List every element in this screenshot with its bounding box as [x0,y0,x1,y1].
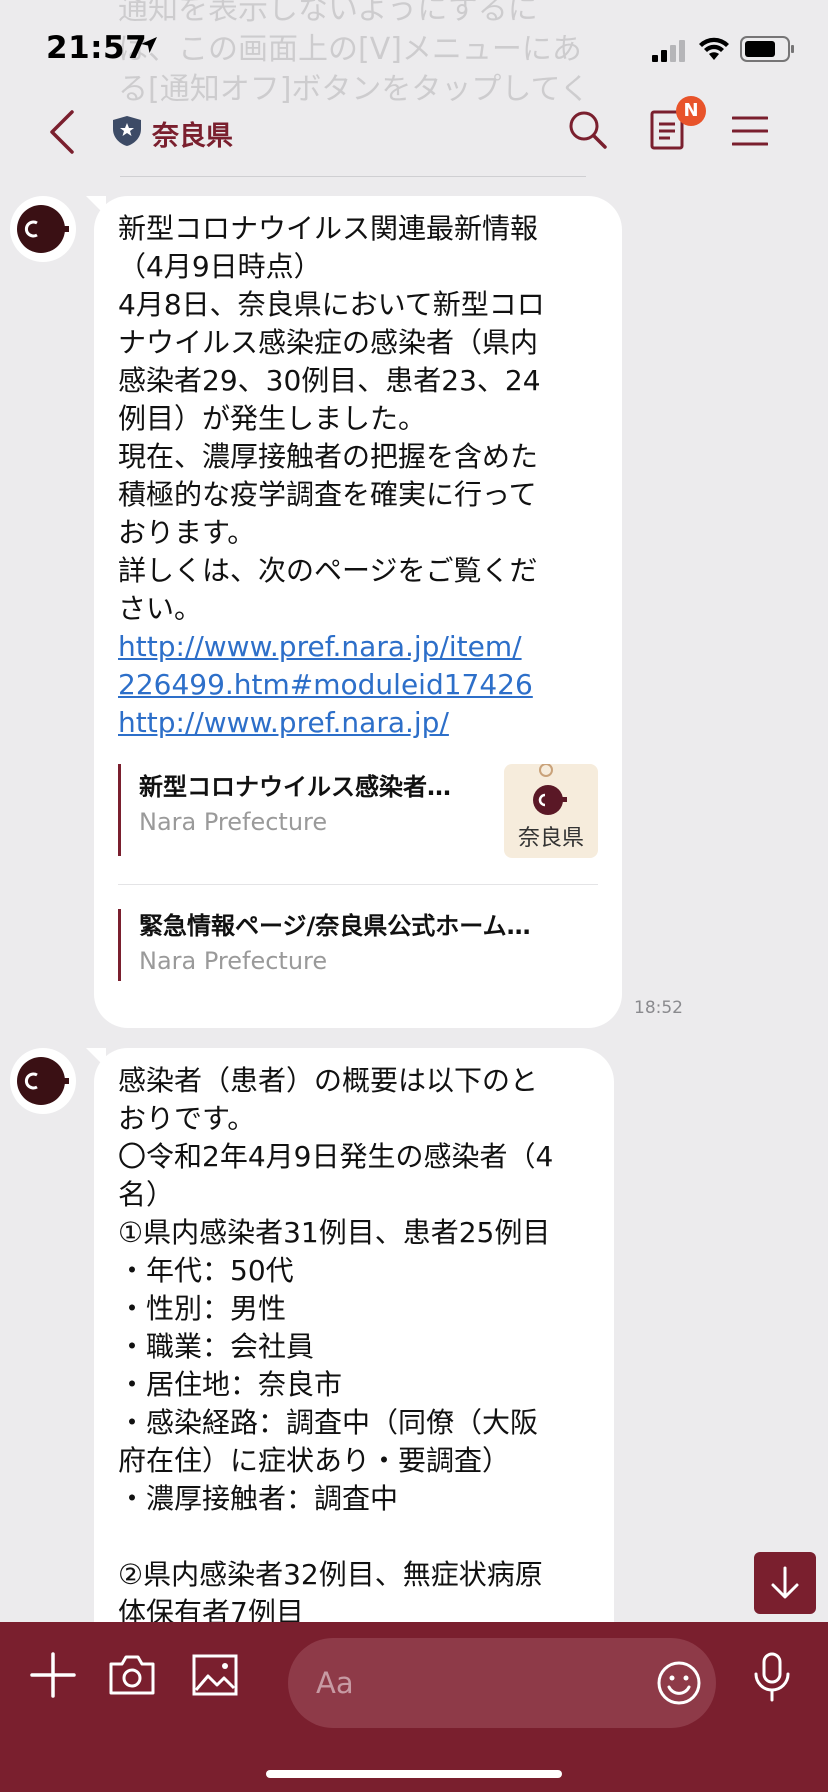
message-bubble[interactable]: 新型コロナウイルス関連最新情報 （4月9日時点） 4月8日、奈良県において新型コ… [94,196,622,1028]
wifi-icon [698,36,730,66]
notes-new-badge: N [676,96,706,126]
header-divider [120,176,586,177]
status-time: 21:57 [46,30,148,66]
location-arrow-icon [140,36,158,58]
image-icon[interactable] [192,1654,238,1700]
sender-avatar[interactable] [10,1048,76,1114]
message-text: 新型コロナウイルス関連最新情報 （4月9日時点） 4月8日、奈良県において新型コ… [118,212,545,625]
message-link[interactable]: http://www.pref.nara.jp/ [118,704,598,742]
chat-title[interactable]: 奈良県 [152,114,233,153]
header: 通知を表示しないようにするに は、この画面上の[V]メニューにあ る[通知オフ]… [0,0,828,178]
card-divider [118,884,598,885]
sender-avatar[interactable] [10,196,76,262]
link-preview-thumbnail: 奈良県 [504,764,598,858]
official-shield-icon [112,115,142,151]
scroll-to-bottom-button[interactable] [754,1552,816,1614]
cellular-signal-icon [652,40,688,66]
link-preview-title: 緊急情報ページ/奈良県公式ホーム… [139,912,531,940]
battery-icon [740,36,796,66]
message-text: 感染者（患者）の概要は以下のと おりです。 〇令和2年4月9日発生の感染者（4 … [118,1064,554,1629]
thumbnail-label: 奈良県 [517,826,584,851]
back-chevron-icon[interactable] [48,110,76,158]
composer-bar: Aa [0,1622,828,1792]
link-preview-source: Nara Prefecture [139,947,328,975]
emoji-icon[interactable] [656,1660,702,1710]
search-icon[interactable] [568,110,608,154]
link-preview-card[interactable]: 新型コロナウイルス感染者… Nara Prefecture 奈良県 [118,764,598,858]
message-input[interactable]: Aa [288,1638,716,1728]
home-indicator [266,1770,562,1778]
microphone-icon[interactable] [752,1652,792,1708]
link-preview-card[interactable]: 緊急情報ページ/奈良県公式ホーム… Nara Prefecture [118,909,598,981]
menu-icon[interactable] [731,116,769,150]
notification-hint-text: 通知を表示しないようにするに は、この画面上の[V]メニューにあ る[通知オフ]… [118,0,590,107]
arrow-down-icon [771,1566,799,1599]
message-link[interactable]: http://www.pref.nara.jp/item/ 226499.htm… [118,628,598,704]
plus-icon[interactable] [30,1652,76,1702]
camera-icon[interactable] [108,1654,156,1700]
message-timestamp: 18:52 [634,998,683,1018]
